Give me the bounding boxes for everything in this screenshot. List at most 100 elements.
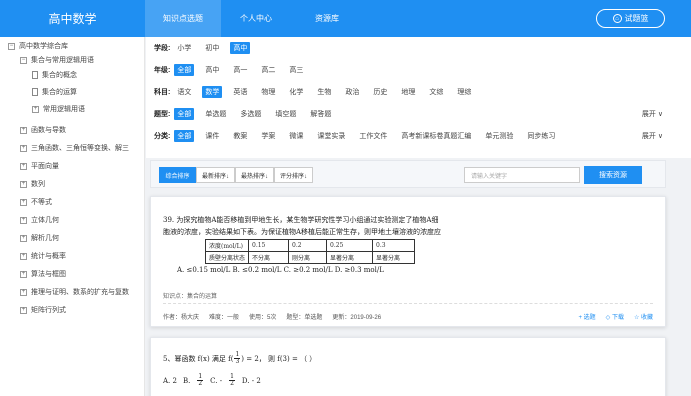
tree-node-vectors[interactable]: + 平面向量 (20, 159, 59, 173)
filter-option[interactable]: 物理 (258, 86, 278, 98)
question-options: A. 2 B. 12 C. - 12 D. - 2 (163, 373, 261, 387)
tree-node-logic[interactable]: + 常用逻辑用语 (32, 102, 85, 116)
collapse-icon[interactable]: − (20, 56, 27, 64)
filter-option[interactable]: 政治 (342, 86, 362, 98)
filter-option[interactable]: 小学 (174, 42, 194, 54)
sort-rating[interactable]: 评分排序↓ (274, 167, 313, 183)
filter-option[interactable]: 文综 (426, 86, 446, 98)
filter-option[interactable]: 化学 (286, 86, 306, 98)
expand-icon[interactable]: + (20, 252, 27, 260)
expand-icon[interactable]: + (20, 270, 27, 278)
tree-node-algorithms[interactable]: + 算法与框图 (20, 267, 66, 281)
tree-node-analytic-geometry[interactable]: + 解析几何 (20, 231, 59, 245)
table-cell: 0.25 (326, 239, 374, 252)
expand-icon[interactable]: + (20, 126, 27, 134)
keyword-search-input[interactable]: 请输入关键字 (464, 167, 580, 183)
tree-node-sequences[interactable]: + 数列 (20, 177, 45, 191)
chevron-down-icon: ∨ (655, 111, 663, 118)
fraction: 13 (234, 351, 241, 365)
expand-icon[interactable]: + (20, 306, 27, 314)
expand-icon[interactable]: + (20, 234, 27, 242)
filter-option-selected[interactable]: 全部 (174, 130, 195, 142)
tree-node-matrices[interactable]: + 矩阵行列式 (20, 303, 66, 317)
filter-option[interactable]: 语文 (174, 86, 194, 98)
filter-row-subject: 科目: 语文 数学 英语 物理 化学 生物 政治 历史 地理 文综 理综 (154, 85, 482, 99)
filter-option[interactable]: 生物 (314, 86, 334, 98)
tree-node-set-operation[interactable]: 集合的运算 (32, 85, 77, 99)
expand-category-button[interactable]: 展开 ∨ (642, 129, 663, 143)
filter-option[interactable]: 初中 (202, 42, 222, 54)
tab-resource-library[interactable]: 资源库 (291, 0, 363, 37)
filter-option[interactable]: 教案 (230, 130, 250, 142)
filter-option[interactable]: 同步练习 (524, 130, 558, 142)
tree-node-set-concept[interactable]: 集合的概念 (32, 68, 77, 82)
collapse-icon[interactable]: − (8, 42, 15, 50)
filter-option[interactable]: 高中 (202, 64, 222, 76)
filter-option[interactable]: 高二 (258, 64, 278, 76)
expand-icon[interactable]: + (32, 105, 39, 113)
search-button[interactable]: 搜索资源 (584, 166, 642, 184)
question-basket-button[interactable]: ⌂ 试题篮 (596, 9, 665, 28)
sort-search-bar: 综合排序 最新排序↓ 最热排序↓ 评分排序↓ 请输入关键字 搜索资源 (150, 160, 666, 188)
tree-node-root[interactable]: − 高中数学综合库 (8, 39, 68, 53)
expand-icon[interactable]: + (20, 162, 27, 170)
table-cell: 0.3 (372, 239, 416, 252)
filter-option[interactable]: 微课 (286, 130, 306, 142)
filter-option[interactable]: 工作文件 (356, 130, 390, 142)
tree-node-functions[interactable]: + 函数与导数 (20, 123, 66, 137)
filter-option[interactable]: 地理 (398, 86, 418, 98)
tab-knowledge-select[interactable]: 知识点选题 (145, 0, 221, 37)
filter-option-selected[interactable]: 全部 (174, 108, 195, 120)
filter-option-selected[interactable]: 数学 (202, 86, 223, 98)
favorite-button[interactable]: ☆ 收藏 (634, 312, 653, 321)
filter-option[interactable]: 高三 (286, 64, 306, 76)
table-cell: 0.2 (288, 239, 328, 252)
sort-newest[interactable]: 最新排序↓ (196, 167, 235, 183)
meta-author: 作者：杨大庆 (163, 315, 200, 321)
filter-option-selected[interactable]: 全部 (174, 64, 195, 76)
sort-hottest[interactable]: 最热排序↓ (235, 167, 274, 183)
expand-icon[interactable]: + (20, 144, 27, 152)
filter-option[interactable]: 历史 (370, 86, 390, 98)
meta-updated: 更新：2019-09-26 (332, 315, 382, 321)
filter-option-selected[interactable]: 高中 (230, 42, 251, 54)
filter-option[interactable]: 填空题 (272, 108, 299, 120)
filter-option[interactable]: 多选题 (237, 108, 264, 120)
tree-node-statistics[interactable]: + 统计与概率 (20, 249, 66, 263)
meta-type: 题型：单选题 (286, 315, 323, 321)
filter-row-grade: 年级: 全部 高中 高一 高二 高三 (154, 63, 314, 77)
filter-option[interactable]: 解答题 (307, 108, 334, 120)
filter-option[interactable]: 课堂实录 (314, 130, 348, 142)
tree-node-solid-geometry[interactable]: + 立体几何 (20, 213, 59, 227)
question-card: 39. 为探究植物A能否移植到甲地生长，某生物学研究性学习小组通过实验测定了植物… (150, 196, 666, 327)
tree-node-sets[interactable]: − 集合与常用逻辑用语 (20, 53, 94, 67)
expand-icon[interactable]: + (20, 216, 27, 224)
question-meta: 作者：杨大庆 难度：一般 使用：5次 题型：单选题 更新：2019-09-26 (163, 312, 381, 321)
expand-icon[interactable]: + (20, 198, 27, 206)
filter-option[interactable]: 单选题 (202, 108, 229, 120)
filter-option[interactable]: 课件 (202, 130, 222, 142)
tab-personal-center[interactable]: 个人中心 (221, 0, 291, 37)
filter-panel: 学段: 小学 初中 高中 年级: 全部 高中 高一 高二 高三 科目: 语文 数… (146, 37, 691, 158)
table-cell: 刚分离 (288, 251, 328, 264)
filter-option[interactable]: 高一 (230, 64, 250, 76)
select-question-button[interactable]: + 选题 (578, 312, 595, 321)
table-cell: 0.15 (248, 239, 290, 252)
expand-icon[interactable]: + (20, 288, 27, 296)
filter-option[interactable]: 单元测验 (482, 130, 516, 142)
knowledge-point: 知识点：集合的运算 (163, 294, 218, 300)
tree-node-reasoning[interactable]: + 推理与证明、数系的扩充与复数 (20, 285, 129, 299)
fraction: 12 (197, 373, 204, 387)
expand-icon[interactable]: + (20, 180, 27, 188)
filter-option[interactable]: 理综 (454, 86, 474, 98)
download-button[interactable]: ◇ 下载 (606, 312, 624, 321)
filter-option[interactable]: 学案 (258, 130, 278, 142)
sort-comprehensive[interactable]: 综合排序 (159, 167, 196, 183)
tree-node-inequalities[interactable]: + 不等式 (20, 195, 52, 209)
expand-qtype-button[interactable]: 展开 ∨ (642, 107, 663, 121)
cart-icon: ⌂ (612, 14, 622, 23)
filter-option[interactable]: 高考新课标卷真题汇编 (398, 130, 474, 142)
brand-title[interactable]: 高中数学 (0, 0, 145, 37)
tree-node-trig[interactable]: + 三角函数、三角恒等变换、解三 (20, 141, 129, 155)
filter-option[interactable]: 英语 (230, 86, 250, 98)
